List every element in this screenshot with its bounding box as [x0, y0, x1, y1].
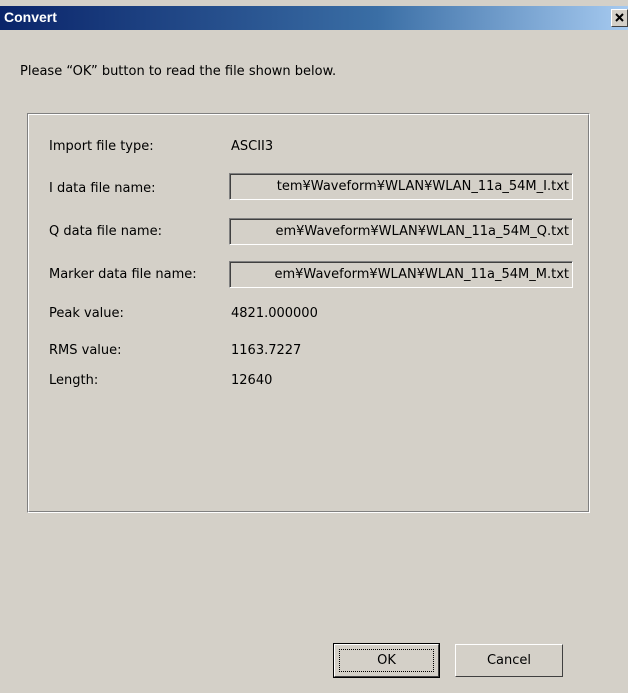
window-title: Convert — [4, 9, 57, 25]
marker-file-label: Marker data file name: — [49, 267, 197, 282]
ok-button[interactable]: OK — [333, 643, 440, 678]
length-label: Length: — [49, 373, 99, 388]
cancel-button[interactable]: Cancel — [455, 644, 563, 677]
peak-value: 4821.000000 — [231, 306, 318, 321]
title-bar[interactable]: Convert — [0, 6, 628, 30]
q-file-field-frame: em¥Waveform¥WLAN¥WLAN_11a_54M_Q.txt — [230, 219, 572, 244]
marker-file-field[interactable]: em¥Waveform¥WLAN¥WLAN_11a_54M_M.txt — [229, 261, 573, 288]
instruction-text: Please “OK” button to read the file show… — [20, 64, 337, 79]
i-file-field[interactable]: tem¥Waveform¥WLAN¥WLAN_11a_54M_I.txt — [229, 173, 573, 200]
file-info-group: Import file type: ASCII3 I data file nam… — [27, 113, 590, 513]
i-file-label: I data file name: — [49, 181, 156, 196]
length-value: 12640 — [231, 373, 273, 388]
file-info-group-frame: Import file type: ASCII3 I data file nam… — [28, 114, 589, 512]
q-file-field[interactable]: em¥Waveform¥WLAN¥WLAN_11a_54M_Q.txt — [229, 218, 573, 245]
rms-label: RMS value: — [49, 343, 122, 358]
i-file-field-frame: tem¥Waveform¥WLAN¥WLAN_11a_54M_I.txt — [230, 174, 572, 199]
close-icon — [615, 13, 624, 22]
i-file-value: tem¥Waveform¥WLAN¥WLAN_11a_54M_I.txt — [276, 179, 569, 194]
q-file-value: em¥Waveform¥WLAN¥WLAN_11a_54M_Q.txt — [275, 224, 569, 239]
ok-button-label: OK — [377, 653, 396, 668]
import-type-label: Import file type: — [49, 139, 154, 154]
import-type-value: ASCII3 — [231, 139, 274, 154]
cancel-button-label: Cancel — [486, 653, 532, 668]
convert-dialog: Convert Please “OK” button to read the f… — [0, 0, 628, 693]
q-file-label: Q data file name: — [49, 224, 162, 239]
close-button[interactable] — [611, 9, 628, 27]
marker-file-field-frame: em¥Waveform¥WLAN¥WLAN_11a_54M_M.txt — [230, 262, 572, 287]
peak-label: Peak value: — [49, 306, 124, 321]
marker-file-value: em¥Waveform¥WLAN¥WLAN_11a_54M_M.txt — [274, 267, 570, 282]
rms-value: 1163.7227 — [231, 343, 302, 358]
